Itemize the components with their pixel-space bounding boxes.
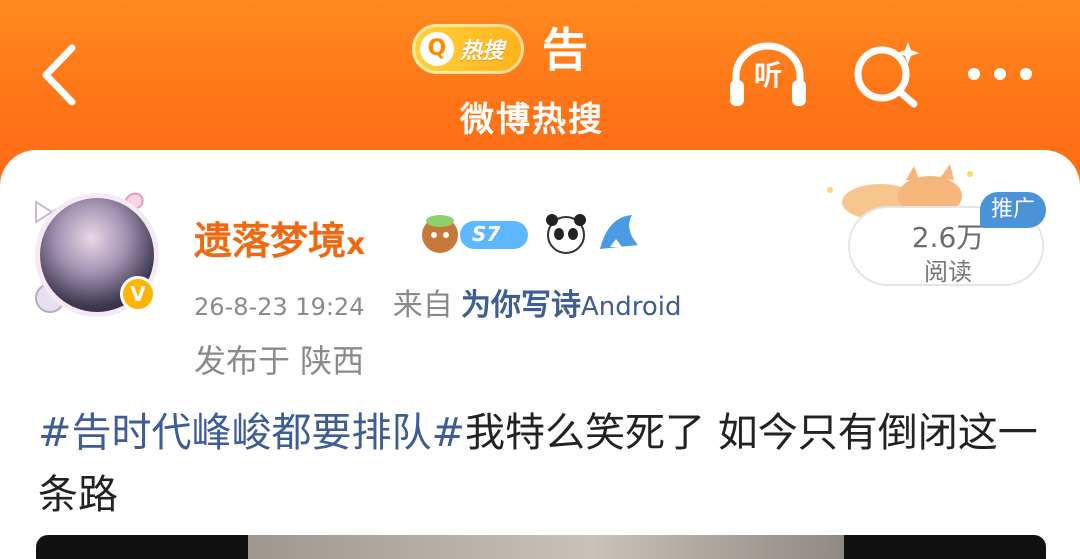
back-button[interactable] [36, 40, 86, 110]
hot-search-title: Q 热搜 告 微博热搜 [410, 18, 650, 140]
username[interactable]: 遗落梦境x [194, 210, 365, 265]
source-os: Android [581, 292, 682, 322]
verified-badge: V [120, 276, 156, 312]
topic-link[interactable]: #告时代峰峻都要排队# [38, 410, 465, 456]
listen-label: 听 [753, 59, 782, 92]
back-icon [42, 44, 76, 106]
post-location: 发布于 陕西 [194, 342, 365, 380]
user-badges[interactable]: S7 [416, 207, 646, 257]
post-meta: 26-8-23 19:24 来自 为你写诗Android [194, 280, 682, 324]
panda-icon [546, 214, 586, 254]
more-icon [968, 68, 1032, 80]
source-app-link[interactable]: 为你写诗 [461, 288, 581, 323]
search-button[interactable] [852, 38, 922, 108]
level-badge-text: S7 [472, 222, 501, 246]
hot-badge-label: 热搜 [460, 39, 505, 64]
read-label: 阅读 [924, 258, 972, 286]
from-label: 来自 [392, 288, 453, 323]
top-header: Q 热搜 告 微博热搜 听 [0, 0, 1080, 175]
more-button[interactable] [964, 56, 1036, 92]
search-q-icon: Q [420, 32, 454, 66]
username-suffix: x [346, 227, 366, 262]
promo-tag: 推广 [980, 192, 1046, 228]
hot-topic-char: 告 [542, 23, 588, 77]
username-text: 遗落梦境 [194, 219, 347, 263]
post-media-preview[interactable] [36, 535, 1046, 559]
post-timestamp: 26-8-23 19:24 [194, 293, 365, 321]
page-title: 微博热搜 [460, 100, 604, 140]
shark-icon [600, 215, 638, 249]
post-body: #告时代峰峻都要排队#我特么笑死了 如今只有倒闭这一条路 [38, 402, 1038, 526]
listen-button[interactable]: 听 [726, 40, 810, 110]
hot-search-badge[interactable]: Q 热搜 [412, 24, 524, 74]
search-icon [854, 42, 919, 108]
coconut-badge-icon [422, 215, 458, 253]
